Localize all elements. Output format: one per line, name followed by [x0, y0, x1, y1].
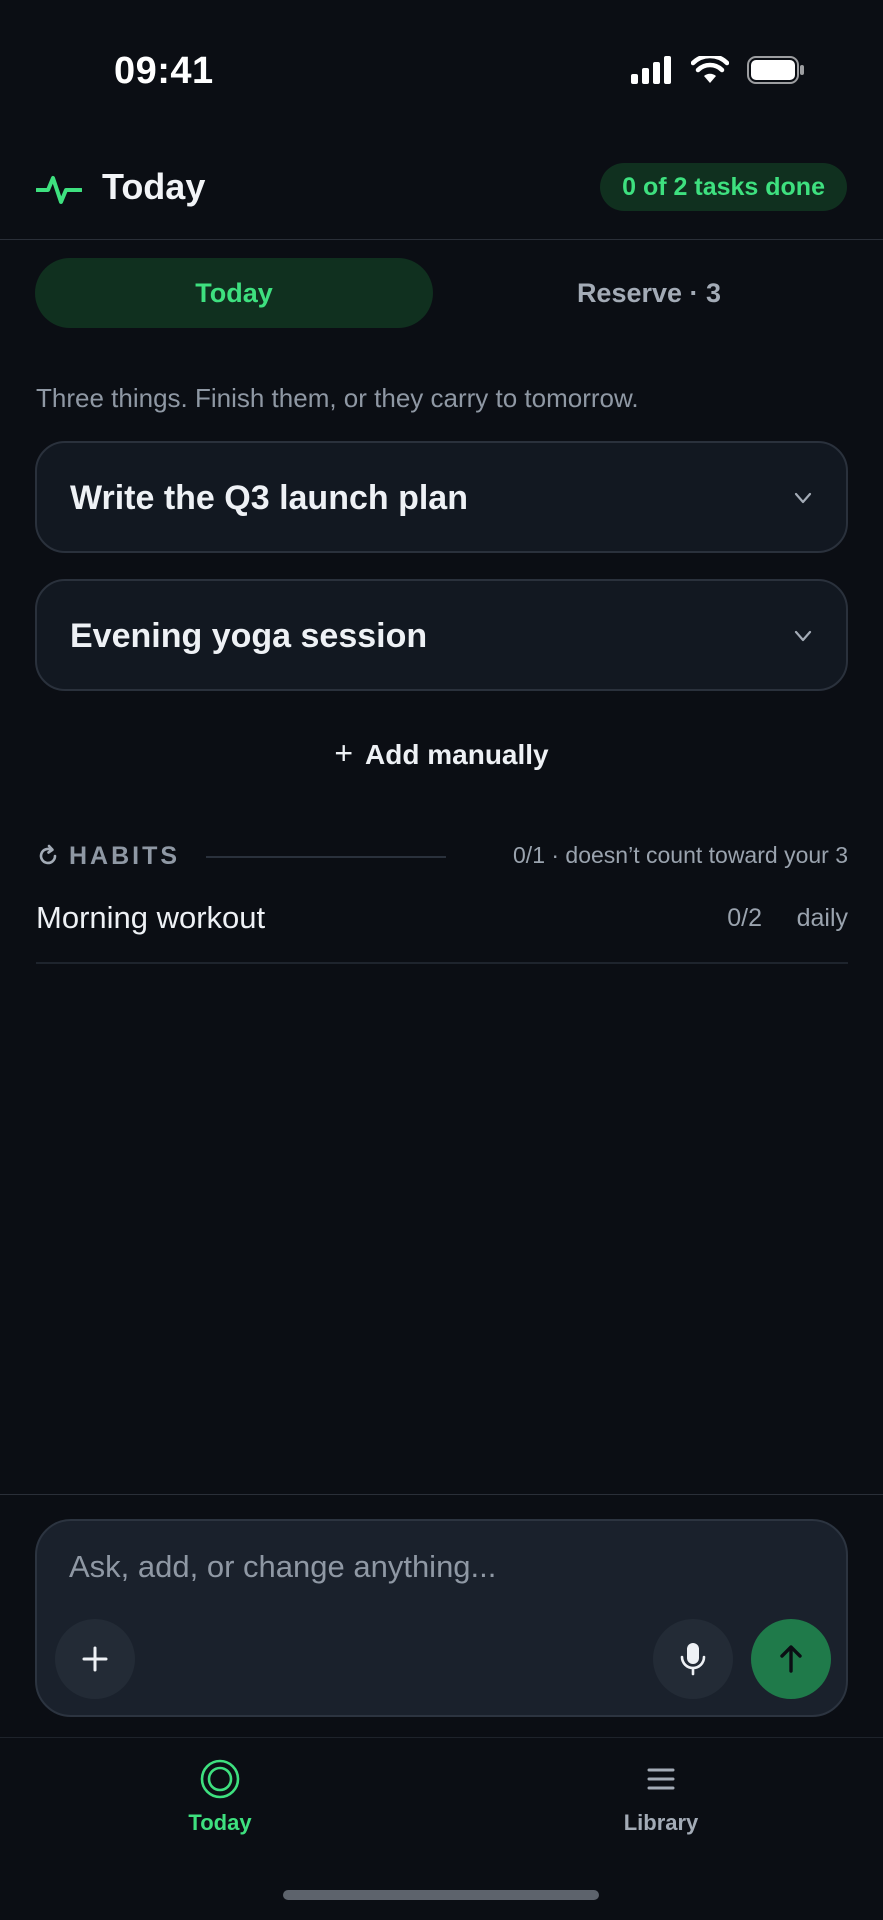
- habits-note: 0/1 · doesn’t count toward your 3: [513, 842, 848, 868]
- status-icons: [631, 56, 805, 84]
- plus-icon: [82, 1646, 108, 1672]
- home-indicator[interactable]: [283, 1890, 599, 1900]
- page-title: Today: [102, 166, 206, 207]
- task-title: Write the Q3 launch plan: [70, 479, 468, 517]
- task-card[interactable]: Write the Q3 launch plan: [35, 441, 848, 553]
- status-bar: 09:41: [0, 0, 883, 140]
- microphone-button[interactable]: [653, 1619, 733, 1699]
- composer-area: [0, 1494, 883, 1738]
- add-manually-button[interactable]: + Add manually: [0, 735, 883, 772]
- habits-section-header: HABITS 0/1 · doesn’t count toward your 3: [36, 840, 848, 876]
- habit-count: 0/2: [727, 904, 762, 932]
- habit-name: Morning workout: [36, 900, 266, 935]
- add-manually-label: Add manually: [365, 739, 549, 770]
- cellular-signal-icon: [631, 56, 671, 84]
- target-circle-icon: [200, 1759, 240, 1799]
- chevron-down-icon[interactable]: [794, 491, 812, 505]
- divider: [206, 856, 446, 858]
- habit-item[interactable]: Morning workout 0/2 daily: [36, 892, 848, 964]
- microphone-icon: [680, 1643, 706, 1676]
- today-subtitle: Three things. Finish them, or they carry…: [36, 383, 639, 413]
- wifi-icon: [691, 56, 729, 83]
- status-time: 09:41: [114, 50, 214, 92]
- list-icon: [647, 1768, 675, 1790]
- composer: [35, 1519, 848, 1717]
- pulse-icon: [36, 176, 82, 204]
- habits-label: HABITS: [69, 842, 181, 870]
- tab-reserve[interactable]: Reserve · 3: [450, 258, 848, 328]
- plus-icon: +: [334, 735, 354, 771]
- repeat-icon: [39, 844, 57, 865]
- tab-today[interactable]: Today: [35, 258, 433, 328]
- task-card[interactable]: Evening yoga session: [35, 579, 848, 691]
- nav-library-label: Library: [623, 1810, 699, 1835]
- nav-today-label: Today: [188, 1810, 252, 1835]
- task-title: Evening yoga session: [70, 617, 428, 655]
- arrow-up-icon: [780, 1645, 802, 1673]
- chevron-down-icon[interactable]: [794, 629, 812, 643]
- attach-button[interactable]: [55, 1619, 135, 1699]
- composer-input[interactable]: [69, 1549, 809, 1585]
- tasks-progress-badge: 0 of 2 tasks done: [600, 163, 847, 211]
- send-button[interactable]: [751, 1619, 831, 1699]
- nav-library[interactable]: Library: [561, 1758, 761, 1836]
- battery-icon: [747, 56, 804, 84]
- nav-today[interactable]: Today: [120, 1758, 320, 1836]
- habit-frequency: daily: [796, 904, 848, 932]
- app-header: Today 0 of 2 tasks done: [0, 150, 883, 240]
